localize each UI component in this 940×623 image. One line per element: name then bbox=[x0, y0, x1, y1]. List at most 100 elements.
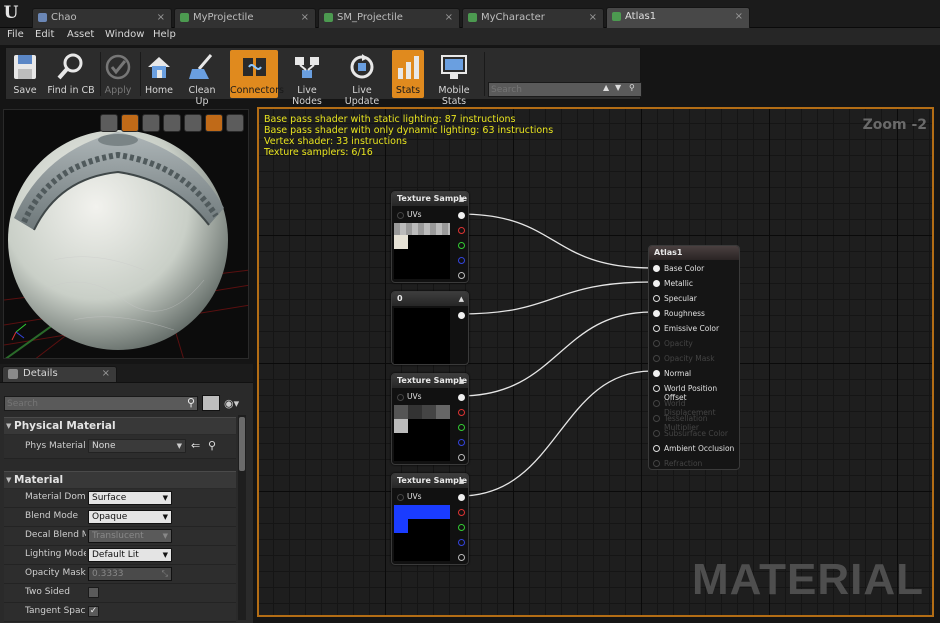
mobile-stats-button[interactable]: Mobile Stats bbox=[426, 50, 482, 107]
tab-atlas1[interactable]: Atlas1 × bbox=[606, 7, 750, 28]
input-pin-specular[interactable] bbox=[653, 295, 660, 302]
decal-blend-mode-dropdown[interactable]: Translucent ▼ bbox=[88, 529, 172, 543]
grid-toggle-icon[interactable] bbox=[205, 114, 223, 132]
use-selected-arrow-icon[interactable]: ⇐ bbox=[191, 439, 200, 452]
input-pin-uvs[interactable] bbox=[397, 494, 404, 501]
output-pin-b[interactable] bbox=[458, 257, 465, 264]
output-pin-a[interactable] bbox=[458, 454, 465, 461]
input-pin-refraction[interactable] bbox=[653, 460, 660, 467]
eye-icon[interactable]: ◉▾ bbox=[224, 397, 239, 410]
preview-viewport[interactable] bbox=[3, 109, 249, 359]
input-pin-emissive-color[interactable] bbox=[653, 325, 660, 332]
close-icon[interactable]: × bbox=[301, 9, 309, 27]
output-pin-r[interactable] bbox=[458, 509, 465, 516]
search-prev-icon[interactable]: ▲ bbox=[603, 83, 609, 92]
close-icon[interactable]: × bbox=[735, 8, 743, 26]
find-in-cb-button[interactable]: Find in CB bbox=[46, 50, 96, 98]
output-pin-a[interactable] bbox=[458, 554, 465, 561]
tangent-space-checkbox[interactable]: ✓ bbox=[88, 606, 99, 617]
save-icon bbox=[14, 55, 36, 79]
output-pin-g[interactable] bbox=[458, 424, 465, 431]
output-pin-r[interactable] bbox=[458, 409, 465, 416]
search-icon[interactable]: ⚲ bbox=[629, 83, 635, 92]
stats-button[interactable]: Stats bbox=[392, 50, 424, 98]
texture-sample-node-3[interactable]: Texture Sample ▲ UVs bbox=[391, 473, 469, 565]
sphere-preview-icon[interactable] bbox=[121, 114, 139, 132]
output-pin-a[interactable] bbox=[458, 272, 465, 279]
output-pin-rgb[interactable] bbox=[458, 394, 465, 401]
input-pin-world-displacement[interactable] bbox=[653, 400, 660, 407]
toolbar-search-input[interactable] bbox=[491, 83, 601, 96]
output-pin-g[interactable] bbox=[458, 524, 465, 531]
output-pin-b[interactable] bbox=[458, 439, 465, 446]
tab-details[interactable]: Details × bbox=[2, 366, 117, 382]
search-next-icon[interactable]: ▼ bbox=[615, 83, 621, 92]
input-pin-uvs[interactable] bbox=[397, 394, 404, 401]
close-icon[interactable]: × bbox=[589, 9, 597, 27]
collapse-icon[interactable]: ▲ bbox=[459, 375, 464, 388]
menu-help[interactable]: Help bbox=[153, 29, 176, 40]
output-pin-g[interactable] bbox=[458, 242, 465, 249]
material-graph[interactable]: Base pass shader with static lighting: 8… bbox=[257, 107, 934, 617]
menu-edit[interactable]: Edit bbox=[35, 29, 54, 40]
save-button[interactable]: Save bbox=[8, 50, 42, 98]
connectors-button[interactable]: Connectors bbox=[230, 50, 284, 98]
view-options-grid-icon[interactable] bbox=[202, 395, 220, 411]
mesh-preview-icon[interactable] bbox=[184, 114, 202, 132]
output-pin-rgb[interactable] bbox=[458, 494, 465, 501]
home-button[interactable]: Home bbox=[144, 50, 174, 98]
input-pin-ambient-occlusion[interactable] bbox=[653, 445, 660, 452]
category-material[interactable]: ▼ Material bbox=[4, 471, 236, 488]
opacity-mask-clip-field[interactable]: 0.3333 ⤡ bbox=[88, 567, 172, 581]
live-update-button[interactable]: Live Update bbox=[334, 50, 390, 107]
output-pin-b[interactable] bbox=[458, 539, 465, 546]
input-pin-tessellation-multiplier[interactable] bbox=[653, 415, 660, 422]
plane-preview-icon[interactable] bbox=[142, 114, 160, 132]
menu-file[interactable]: File bbox=[7, 29, 24, 40]
texture-sample-node-2[interactable]: Texture Sample ▲ UVs bbox=[391, 373, 469, 465]
cylinder-preview-icon[interactable] bbox=[100, 114, 118, 132]
details-scrollbar-thumb[interactable] bbox=[239, 417, 245, 471]
texture-sample-node-1[interactable]: Texture Sample ▲ UVs bbox=[391, 191, 469, 283]
input-pin-world-position-offset[interactable] bbox=[653, 385, 660, 392]
details-search-input[interactable] bbox=[7, 397, 177, 410]
input-pin-normal[interactable] bbox=[653, 370, 660, 377]
tab-myprojectile[interactable]: MyProjectile × bbox=[174, 8, 316, 28]
search-icon[interactable]: ⚲ bbox=[187, 396, 195, 409]
close-icon[interactable]: × bbox=[445, 9, 453, 27]
menu-window[interactable]: Window bbox=[105, 29, 144, 40]
live-nodes-button[interactable]: Live Nodes bbox=[282, 50, 332, 107]
two-sided-checkbox[interactable] bbox=[88, 587, 99, 598]
category-physical-material[interactable]: ▼ Physical Material bbox=[4, 417, 236, 434]
menu-asset[interactable]: Asset bbox=[67, 29, 94, 40]
input-pin-opacity[interactable] bbox=[653, 340, 660, 347]
close-icon[interactable]: × bbox=[102, 367, 110, 381]
close-icon[interactable]: × bbox=[157, 9, 165, 27]
input-pin-opacity-mask[interactable] bbox=[653, 355, 660, 362]
input-pin-subsurface-color[interactable] bbox=[653, 430, 660, 437]
cube-preview-icon[interactable] bbox=[163, 114, 181, 132]
collapse-icon[interactable]: ▲ bbox=[459, 193, 464, 206]
output-pin-value[interactable] bbox=[458, 312, 465, 319]
tab-sm-projectile[interactable]: SM_Projectile × bbox=[318, 8, 460, 28]
tab-chao[interactable]: Chao × bbox=[32, 8, 172, 28]
browse-icon[interactable]: ⚲ bbox=[208, 439, 216, 452]
input-pin-roughness[interactable] bbox=[653, 310, 660, 317]
tab-mycharacter[interactable]: MyCharacter × bbox=[462, 8, 604, 28]
apply-button[interactable]: Apply bbox=[103, 50, 133, 98]
material-domain-dropdown[interactable]: Surface ▼ bbox=[88, 491, 172, 505]
input-pin-metallic[interactable] bbox=[653, 280, 660, 287]
realtime-toggle-icon[interactable] bbox=[226, 114, 244, 132]
input-pin-base-color[interactable] bbox=[653, 265, 660, 272]
output-pin-rgb[interactable] bbox=[458, 212, 465, 219]
blend-mode-dropdown[interactable]: Opaque ▼ bbox=[88, 510, 172, 524]
phys-material-picker[interactable]: None ▼ bbox=[88, 439, 186, 453]
collapse-icon[interactable]: ▲ bbox=[459, 475, 464, 488]
material-result-node[interactable]: Atlas1 Base Color Metallic Specular Roug… bbox=[648, 245, 740, 470]
input-pin-uvs[interactable] bbox=[397, 212, 404, 219]
output-pin-r[interactable] bbox=[458, 227, 465, 234]
constant-node[interactable]: 0 ▲ bbox=[391, 291, 469, 365]
clean-up-button[interactable]: Clean Up bbox=[182, 50, 222, 107]
collapse-icon[interactable]: ▲ bbox=[459, 293, 464, 306]
lighting-model-dropdown[interactable]: Default Lit ▼ bbox=[88, 548, 172, 562]
